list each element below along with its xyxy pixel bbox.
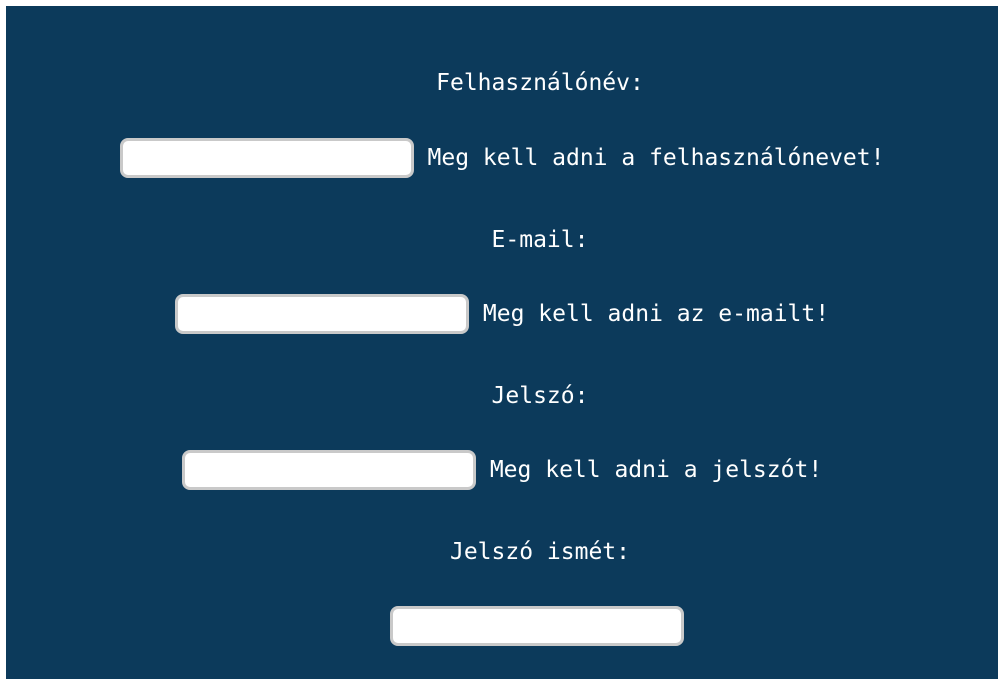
username-input[interactable] [119,138,414,178]
registration-form: Felhasználónév: Meg kell adni a felhaszn… [6,6,998,679]
password-input[interactable] [181,450,476,490]
username-row: Meg kell adni a felhasználónevet! [6,138,998,178]
password-label: Jelszó: [491,383,589,409]
email-label: E-mail: [491,227,589,253]
username-error: Meg kell adni a felhasználónevet! [427,145,885,171]
password-repeat-input[interactable] [390,606,684,646]
password-repeat-label: Jelszó ismét: [449,539,630,565]
email-error: Meg kell adni az e-mailt! [482,301,830,327]
password-error: Meg kell adni a jelszót! [489,457,823,483]
email-row: Meg kell adni az e-mailt! [6,294,998,334]
password-row: Meg kell adni a jelszót! [6,450,998,490]
email-input[interactable] [174,294,469,334]
username-label: Felhasználónév: [436,70,644,96]
password-repeat-row [6,606,998,646]
